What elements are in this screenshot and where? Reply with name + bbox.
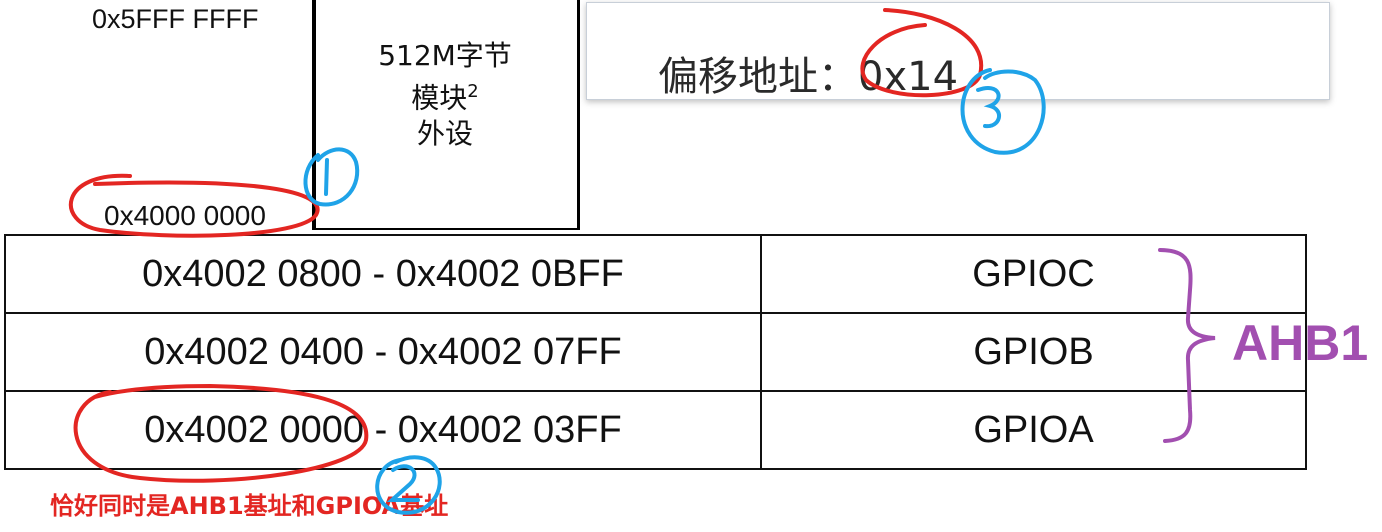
blue-circle-annotation-1 [303, 147, 360, 207]
blue-digit-3 [976, 86, 1001, 129]
red-circle-annotation [860, 8, 984, 98]
purple-brace [1158, 248, 1216, 443]
red-circle-annotation [69, 173, 320, 238]
blue-digit-2 [386, 464, 420, 502]
handwritten-annotations [69, 8, 1216, 515]
blue-digit-1 [324, 158, 329, 196]
red-circle-annotation [73, 383, 369, 483]
